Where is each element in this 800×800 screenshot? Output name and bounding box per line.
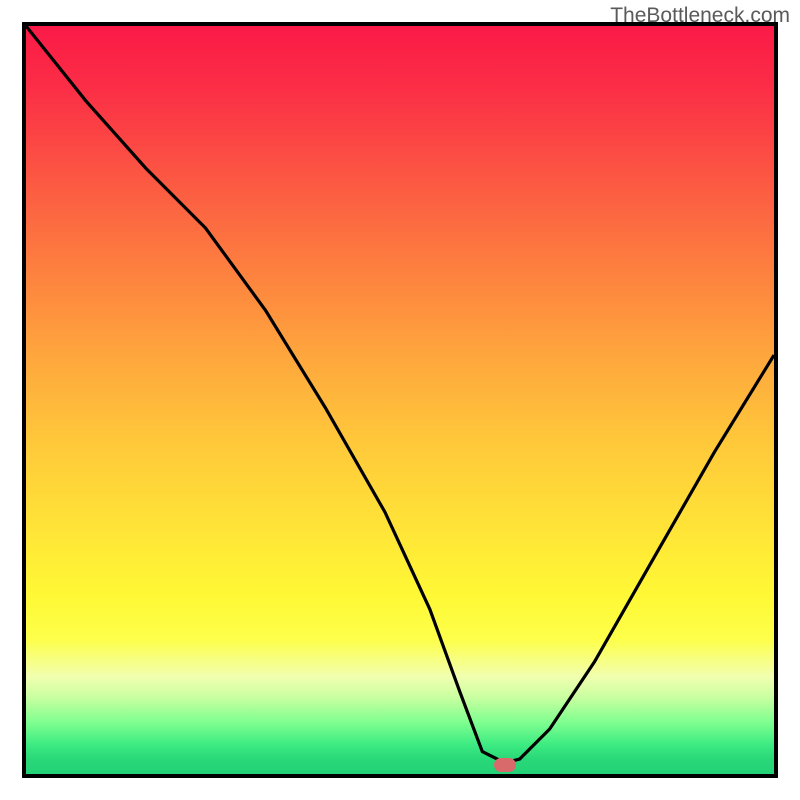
chart-plot-area [22,22,778,778]
watermark-text: TheBottleneck.com [610,4,790,28]
minimum-marker [494,758,516,772]
bottleneck-curve [26,26,774,774]
